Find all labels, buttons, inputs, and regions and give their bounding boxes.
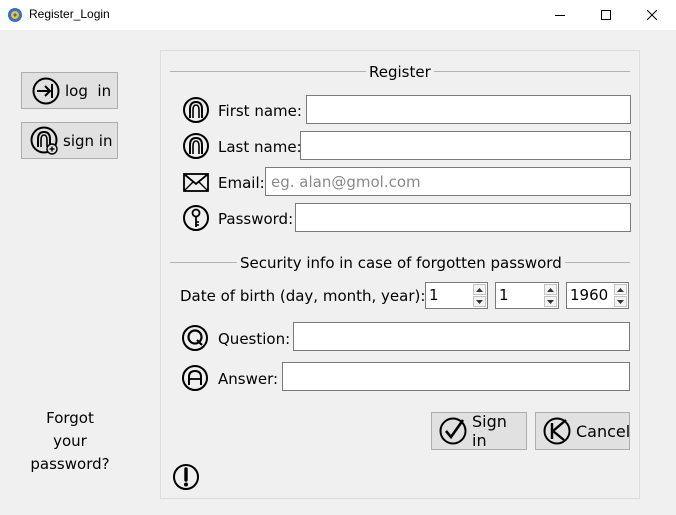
spin-down-icon[interactable] [614,296,627,307]
register-section-title: Register [366,63,434,81]
spin-up-icon[interactable] [544,284,557,295]
signin-button-label: Sign in [472,412,507,450]
cancel-button-label: Cancel [576,421,631,441]
last-name-input[interactable] [300,131,631,160]
key-icon [183,205,209,231]
last-name-label: Last name: [218,138,302,156]
spin-up-icon[interactable] [473,284,486,295]
close-icon [647,10,657,20]
login-label: log in [65,81,112,100]
security-section-title: Security info in case of forgotten passw… [237,254,565,272]
spin-down-icon[interactable] [544,296,557,307]
envelope-icon [183,173,209,192]
dob-year-value: 1960 [570,286,609,304]
title-bar: Register_Login [0,0,676,30]
spin-down-icon[interactable] [473,296,486,307]
dob-year-spinbox[interactable]: 1960 [566,282,629,309]
app-icon [8,8,22,22]
forgot-line-3: password? [30,455,110,473]
minimize-icon [555,15,565,16]
cancel-button[interactable]: Cancel [535,412,630,450]
signin-side-button[interactable]: sign in [21,122,118,159]
question-label: Question: [218,330,291,348]
maximize-icon [601,10,611,20]
dob-label: Date of birth (day, month, year): [180,287,426,305]
login-arrow-icon [31,76,61,106]
dob-day-value: 1 [429,286,439,304]
first-name-input[interactable] [306,95,631,124]
window-title: Register_Login [29,7,110,21]
dob-month-value: 1 [499,286,509,304]
answer-label: Answer: [218,370,279,388]
forgot-line-1: Forgot [46,409,94,427]
maximize-button[interactable] [583,0,629,30]
alert-icon[interactable] [172,463,200,491]
signin-button[interactable]: Sign in [431,412,527,450]
dob-day-spinbox[interactable]: 1 [425,282,488,309]
user-icon [183,97,209,123]
email-input[interactable] [265,167,631,196]
check-icon [438,416,468,446]
cancel-icon [542,416,572,446]
question-input[interactable] [293,322,630,351]
signin-side-label: sign in [63,131,113,150]
email-label: Email: [218,174,265,192]
password-label: Password: [218,210,294,228]
spin-up-icon[interactable] [614,284,627,295]
password-input[interactable] [295,203,631,232]
question-icon [182,325,208,351]
add-user-icon [29,125,61,157]
user-icon [183,133,209,159]
answer-input[interactable] [282,362,630,391]
first-name-label: First name: [218,102,302,120]
minimize-button[interactable] [537,0,583,30]
close-button[interactable] [629,0,675,30]
dob-month-spinbox[interactable]: 1 [495,282,559,309]
login-button[interactable]: log in [21,72,118,109]
answer-icon [182,365,208,391]
forgot-line-2: your [53,432,87,450]
forgot-password-link[interactable]: Forgot your password? [24,407,116,476]
